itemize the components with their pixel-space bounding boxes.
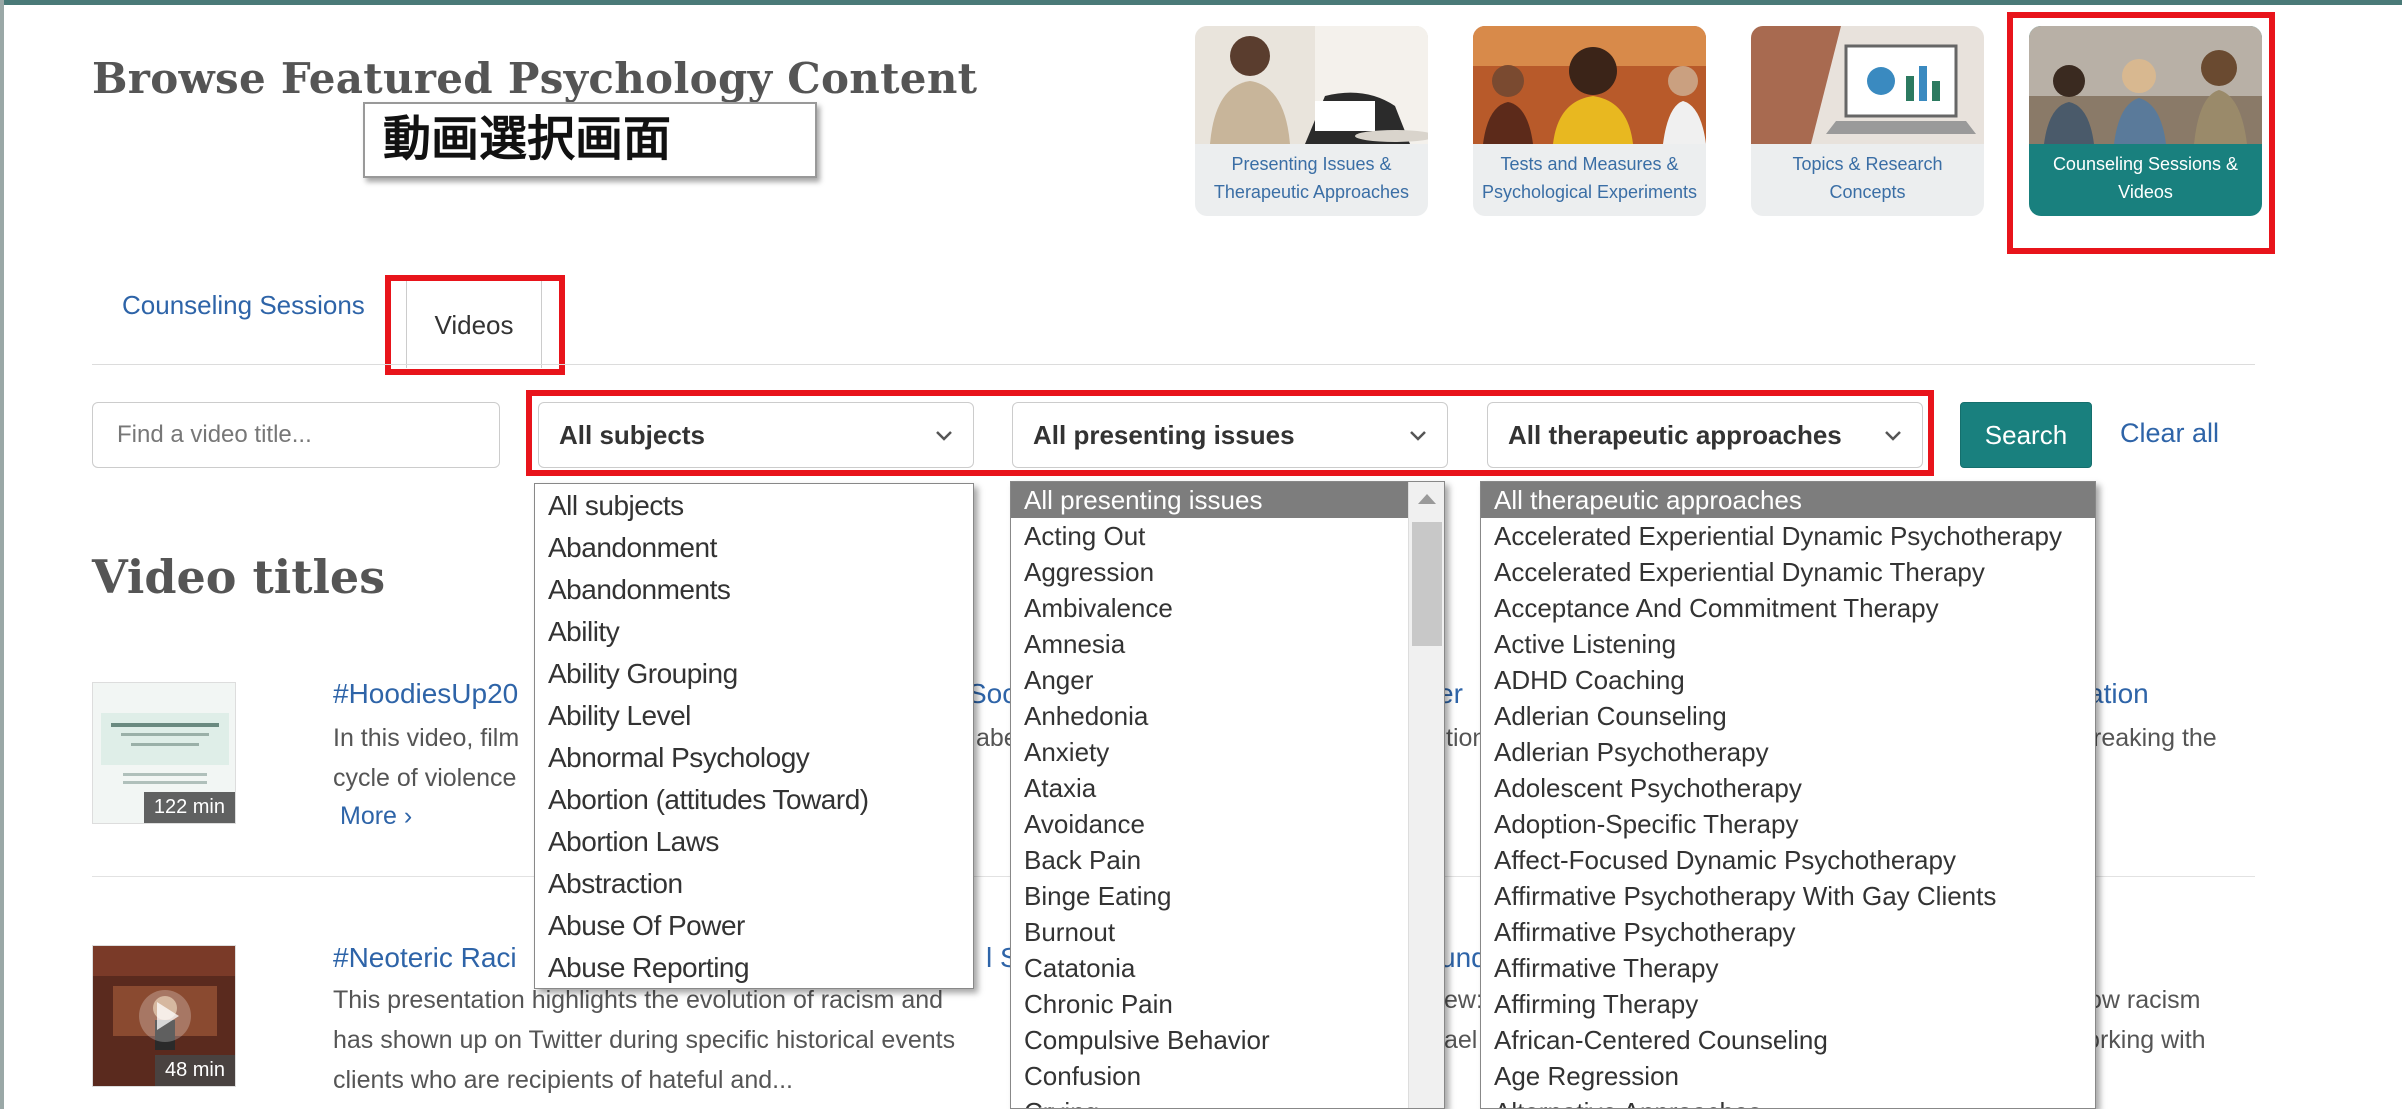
presenting-issue-option[interactable]: Burnout (1011, 914, 1410, 950)
video-description-fragment: reaking the (2093, 724, 2217, 752)
video-title-fragment: ation (2088, 678, 2149, 709)
therapeutic-approach-option[interactable]: All therapeutic approaches (1481, 482, 2095, 518)
scrollbar-thumb[interactable] (1412, 522, 1442, 646)
window-left-border (0, 0, 4, 1109)
therapeutic-approach-option[interactable]: Adlerian Counseling (1481, 698, 2095, 734)
category-card-tests-measures[interactable]: Tests and Measures & Psychological Exper… (1473, 26, 1706, 216)
subject-option[interactable]: Abortion Laws (535, 821, 973, 863)
subject-option[interactable]: Ability (535, 611, 973, 653)
therapeutic-approach-option[interactable]: Affirmative Psychotherapy (1481, 914, 2095, 950)
video-thumbnail[interactable]: 122 min (92, 682, 236, 824)
therapeutic-approach-option[interactable]: ADHD Coaching (1481, 662, 2095, 698)
presenting-issue-option[interactable]: Confusion (1011, 1058, 1410, 1094)
therapeutic-approach-option[interactable]: Alternative Approaches (1481, 1094, 2095, 1108)
annotation-label: 動画選択画面 (363, 102, 817, 178)
video-thumbnail[interactable]: 48 min (92, 945, 236, 1087)
video-description: cycle of violence (333, 764, 517, 792)
scroll-up-arrow-icon[interactable] (1418, 494, 1436, 504)
video-description-fragment: ael (1444, 1026, 1478, 1054)
category-card-presenting-issues[interactable]: Presenting Issues & Therapeutic Approach… (1195, 26, 1428, 216)
subjects-dropdown-list[interactable]: All subjects Abandonment Abandonments Abili… (534, 483, 974, 989)
tab-counseling-sessions[interactable]: Counseling Sessions (122, 290, 365, 321)
therapeutic-approach-option[interactable]: Accelerated Experiential Dynamic Therapy (1481, 554, 2095, 590)
category-image (1195, 26, 1428, 144)
video-description-fragment: ow racism (2088, 986, 2201, 1014)
people-meeting-icon (1195, 26, 1428, 144)
video-description-fragment: ew: (1444, 986, 1483, 1014)
video-description: In this video, film (333, 724, 520, 752)
dropdown-scrollbar[interactable] (1408, 482, 1444, 1108)
therapeutic-approach-option[interactable]: Adoption-Specific Therapy (1481, 806, 2095, 842)
window-top-border (0, 0, 2402, 5)
therapeutic-approach-option[interactable]: Acceptance And Commitment Therapy (1481, 590, 2095, 626)
video-description: clients who are recipients of hateful an… (333, 1066, 793, 1094)
therapeutic-approach-option[interactable]: Affirmative Therapy (1481, 950, 2095, 986)
subject-option[interactable]: Abuse Reporting (535, 947, 973, 988)
presenting-issues-dropdown-list[interactable]: All presenting issues Acting Out Aggressio… (1010, 481, 1445, 1109)
therapeutic-approach-option[interactable]: Active Listening (1481, 626, 2095, 662)
presenting-issue-option[interactable]: Anger (1011, 662, 1410, 698)
subject-option[interactable]: Abandonment (535, 527, 973, 569)
presenting-issue-option[interactable]: Binge Eating (1011, 878, 1410, 914)
highlight-filters (526, 390, 1934, 476)
presenting-issue-option[interactable]: Crying (1011, 1094, 1410, 1108)
subject-option[interactable]: Abandonments (535, 569, 973, 611)
category-label: Tests and Measures & Psychological Exper… (1481, 154, 1698, 202)
video-title-fragment: Soc (968, 678, 1017, 709)
presenting-issue-option[interactable]: Aggression (1011, 554, 1410, 590)
page-title: Browse Featured Psychology Content (92, 54, 978, 103)
video-duration: 122 min (143, 792, 235, 823)
laptop-chart-icon (1751, 26, 1984, 144)
presenting-issue-option[interactable]: Acting Out (1011, 518, 1410, 554)
therapeutic-approach-option[interactable]: Age Regression (1481, 1058, 2095, 1094)
therapeutic-approach-option[interactable]: Accelerated Experiential Dynamic Psychot… (1481, 518, 2095, 554)
presenting-issue-option[interactable]: Catatonia (1011, 950, 1410, 986)
category-label: Topics & Research Concepts (1792, 154, 1943, 202)
search-button[interactable]: Search (1960, 402, 2092, 468)
subject-option[interactable]: Abnormal Psychology (535, 737, 973, 779)
people-testing-icon (1473, 26, 1706, 144)
highlight-category (2007, 12, 2275, 254)
presenting-issue-option[interactable]: Amnesia (1011, 626, 1410, 662)
therapeutic-approach-option[interactable]: Affirming Therapy (1481, 986, 2095, 1022)
video-titles-heading: Video titles (92, 550, 386, 604)
subject-option[interactable]: Abstraction (535, 863, 973, 905)
category-image (1473, 26, 1706, 144)
therapeutic-approach-option[interactable]: Affirmative Psychotherapy With Gay Clien… (1481, 878, 2095, 914)
video-title-search-input[interactable]: Find a video title... (92, 402, 500, 468)
highlight-videos-tab (385, 275, 565, 375)
clear-all-link[interactable]: Clear all (2120, 418, 2219, 449)
subject-option[interactable]: Abuse Of Power (535, 905, 973, 947)
subject-option[interactable]: Abortion (attitudes Toward) (535, 779, 973, 821)
subject-option[interactable]: All subjects (535, 485, 973, 527)
presenting-issue-option[interactable]: All presenting issues (1011, 482, 1410, 518)
presenting-issue-option[interactable]: Ambivalence (1011, 590, 1410, 626)
category-image (1751, 26, 1984, 144)
video-description: has shown up on Twitter during specific … (333, 1026, 956, 1054)
subject-option[interactable]: Ability Grouping (535, 653, 973, 695)
video-duration: 48 min (154, 1055, 235, 1086)
presenting-issue-option[interactable]: Back Pain (1011, 842, 1410, 878)
presenting-issue-option[interactable]: Avoidance (1011, 806, 1410, 842)
therapeutic-approach-option[interactable]: Affect-Focused Dynamic Psychotherapy (1481, 842, 2095, 878)
video-title-link[interactable]: #Neoteric Raci (333, 942, 517, 974)
presenting-issue-option[interactable]: Anxiety (1011, 734, 1410, 770)
more-link[interactable]: More › (340, 802, 412, 831)
therapeutic-approach-option[interactable]: African-Centered Counseling (1481, 1022, 2095, 1058)
tabs-divider (92, 364, 2255, 365)
therapeutic-approach-option[interactable]: Adolescent Psychotherapy (1481, 770, 2095, 806)
therapeutic-approaches-dropdown-list[interactable]: All therapeutic approaches Accelerated Ex… (1480, 481, 2096, 1109)
video-title-link[interactable]: #HoodiesUp20 (333, 678, 518, 710)
presenting-issue-option[interactable]: Chronic Pain (1011, 986, 1410, 1022)
therapeutic-approach-option[interactable]: Adlerian Psychotherapy (1481, 734, 2095, 770)
subject-option[interactable]: Ability Level (535, 695, 973, 737)
category-label: Presenting Issues & Therapeutic Approach… (1213, 154, 1410, 202)
presenting-issue-option[interactable]: Ataxia (1011, 770, 1410, 806)
presenting-issue-option[interactable]: Anhedonia (1011, 698, 1410, 734)
category-card-topics-research[interactable]: Topics & Research Concepts (1751, 26, 1984, 216)
presenting-issue-option[interactable]: Compulsive Behavior (1011, 1022, 1410, 1058)
